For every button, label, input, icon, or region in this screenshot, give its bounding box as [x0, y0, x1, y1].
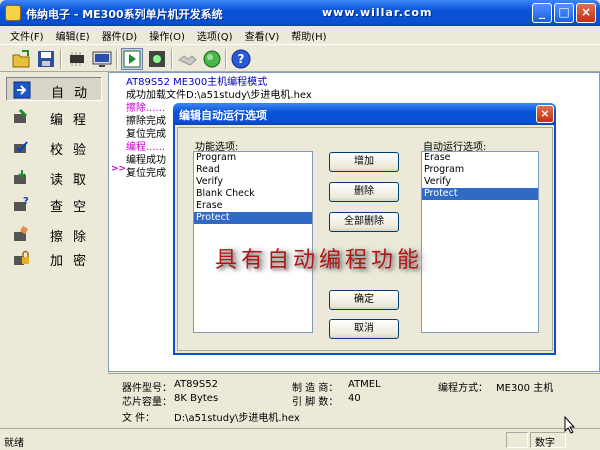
- dialog-title: 编辑自动运行选项: [179, 109, 267, 122]
- cancel-button[interactable]: 取消: [329, 319, 399, 339]
- monitor-icon[interactable]: [91, 48, 113, 70]
- sidebar-item-label: 加密: [50, 254, 97, 269]
- list-item[interactable]: Verify: [422, 176, 538, 188]
- sidebar-item-label: 擦除: [50, 230, 97, 245]
- window-url: www.willar.com: [322, 6, 433, 19]
- maker-value: ATMEL: [348, 379, 381, 390]
- file-label: 文 件：: [122, 413, 156, 424]
- dialog-close-button[interactable]: ×: [536, 105, 554, 123]
- menu-help[interactable]: 帮助(H): [285, 26, 332, 43]
- sidebar-item-erase[interactable]: 擦除: [6, 222, 102, 246]
- dialog-body: 功能选项: Program Read Verify Blank Check Er…: [177, 127, 553, 351]
- chip-icon[interactable]: [66, 48, 88, 70]
- maker-label: 制 造 商：: [292, 383, 339, 394]
- verify-icon: [12, 138, 30, 156]
- capacity-label: 芯片容量：: [122, 397, 172, 408]
- menu-bar: 文件(F) 编辑(E) 器件(D) 操作(O) 选项(Q) 查看(V) 帮助(H): [0, 26, 600, 44]
- minimize-button[interactable]: _: [532, 3, 552, 23]
- list-item[interactable]: Erase: [194, 200, 312, 212]
- menu-options[interactable]: 选项(Q): [191, 26, 239, 43]
- sidebar-item-label: 查空: [50, 200, 97, 215]
- auto-options-list[interactable]: Erase Program Verify Protect: [421, 151, 539, 333]
- list-item[interactable]: Read: [194, 164, 312, 176]
- sidebar-item-lock[interactable]: 加密: [6, 246, 102, 270]
- chip-settings-icon[interactable]: [146, 48, 168, 70]
- save-disk-icon[interactable]: [35, 48, 57, 70]
- mode-value: ME300 主机: [496, 383, 554, 394]
- arrow-right-icon: [13, 81, 31, 99]
- toolbar-separator: [60, 49, 62, 69]
- feature-caption: 具有自动编程功能: [215, 248, 424, 273]
- program-icon: [12, 108, 30, 126]
- menu-view[interactable]: 查看(V): [239, 26, 286, 43]
- svg-text:?: ?: [23, 196, 29, 207]
- dialog-title-bar: 编辑自动运行选项 ×: [173, 103, 556, 125]
- sidebar-item-verify[interactable]: 校验: [6, 135, 102, 159]
- menu-edit[interactable]: 编辑(E): [50, 26, 96, 43]
- add-button[interactable]: 增加: [329, 152, 399, 172]
- handshake-icon[interactable]: [176, 48, 198, 70]
- blank-check-icon: ?: [12, 195, 30, 213]
- list-item[interactable]: Program: [194, 152, 312, 164]
- list-item-selected[interactable]: Protect: [422, 188, 538, 200]
- sidebar: 自动 编程 校验 读取 ? 查空 擦除 加密: [0, 73, 107, 373]
- menu-operate[interactable]: 操作(O): [143, 26, 191, 43]
- pins-value: 40: [348, 393, 361, 404]
- sidebar-item-program[interactable]: 编程: [6, 105, 102, 129]
- list-item-selected[interactable]: Protect: [194, 212, 312, 224]
- mouse-cursor-icon: [564, 415, 576, 434]
- device-info-panel: 器件型号： AT89S52 制 造 商： ATMEL 编程方式： ME300 主…: [108, 373, 600, 428]
- toolbar-separator: [171, 49, 173, 69]
- current-line-marker: >>: [111, 164, 127, 174]
- list-item[interactable]: Erase: [422, 152, 538, 164]
- lock-icon: [12, 249, 30, 267]
- list-item[interactable]: Blank Check: [194, 188, 312, 200]
- status-pane-empty: [506, 432, 528, 448]
- sidebar-item-label: 编程: [50, 113, 97, 128]
- read-icon: [12, 168, 30, 186]
- erase-icon: [12, 225, 30, 243]
- capacity-value: 8K Bytes: [174, 393, 219, 404]
- sidebar-item-label: 校验: [50, 143, 97, 158]
- status-ready: 就绪: [4, 438, 24, 449]
- model-value: AT89S52: [174, 379, 218, 390]
- delete-all-button[interactable]: 全部删除: [329, 212, 399, 232]
- toolbar-separator: [225, 49, 227, 69]
- close-button[interactable]: ×: [576, 3, 596, 23]
- file-value: D:\a51study\步进电机.hex: [174, 413, 300, 424]
- pins-label: 引 脚 数：: [292, 397, 339, 408]
- mode-label: 编程方式：: [438, 383, 488, 394]
- open-folder-icon[interactable]: [10, 48, 32, 70]
- status-bar: 就绪 数字: [0, 428, 600, 450]
- title-bar: 伟纳电子 - ME300系列单片机开发系统 www.willar.com _ □…: [0, 0, 600, 26]
- sidebar-item-label: 自动: [51, 86, 98, 101]
- sidebar-item-auto[interactable]: 自动: [6, 77, 102, 101]
- window-title: 伟纳电子 - ME300系列单片机开发系统: [26, 8, 223, 21]
- log-line: 复位完成: [126, 168, 166, 179]
- toolbar: ?: [0, 44, 600, 72]
- app-icon: [5, 5, 21, 21]
- model-label: 器件型号：: [122, 383, 172, 394]
- list-item[interactable]: Verify: [194, 176, 312, 188]
- toolbar-separator: [116, 49, 118, 69]
- auto-run-options-dialog: 编辑自动运行选项 × 功能选项: Program Read Verify Bla…: [173, 103, 556, 355]
- maximize-button[interactable]: □: [554, 3, 574, 23]
- svg-text:?: ?: [238, 52, 245, 66]
- list-item[interactable]: Program: [422, 164, 538, 176]
- green-circle-icon[interactable]: [201, 48, 223, 70]
- ok-button[interactable]: 确定: [329, 290, 399, 310]
- sidebar-item-blank-check[interactable]: ? 查空: [6, 192, 102, 216]
- sidebar-item-label: 读取: [50, 173, 97, 188]
- menu-file[interactable]: 文件(F): [0, 26, 50, 43]
- delete-button[interactable]: 删除: [329, 182, 399, 202]
- status-mode: 数字: [530, 432, 566, 449]
- play-run-icon[interactable]: [121, 48, 143, 70]
- help-icon[interactable]: ?: [230, 48, 252, 70]
- sidebar-item-read[interactable]: 读取: [6, 165, 102, 189]
- menu-device[interactable]: 器件(D): [96, 26, 144, 43]
